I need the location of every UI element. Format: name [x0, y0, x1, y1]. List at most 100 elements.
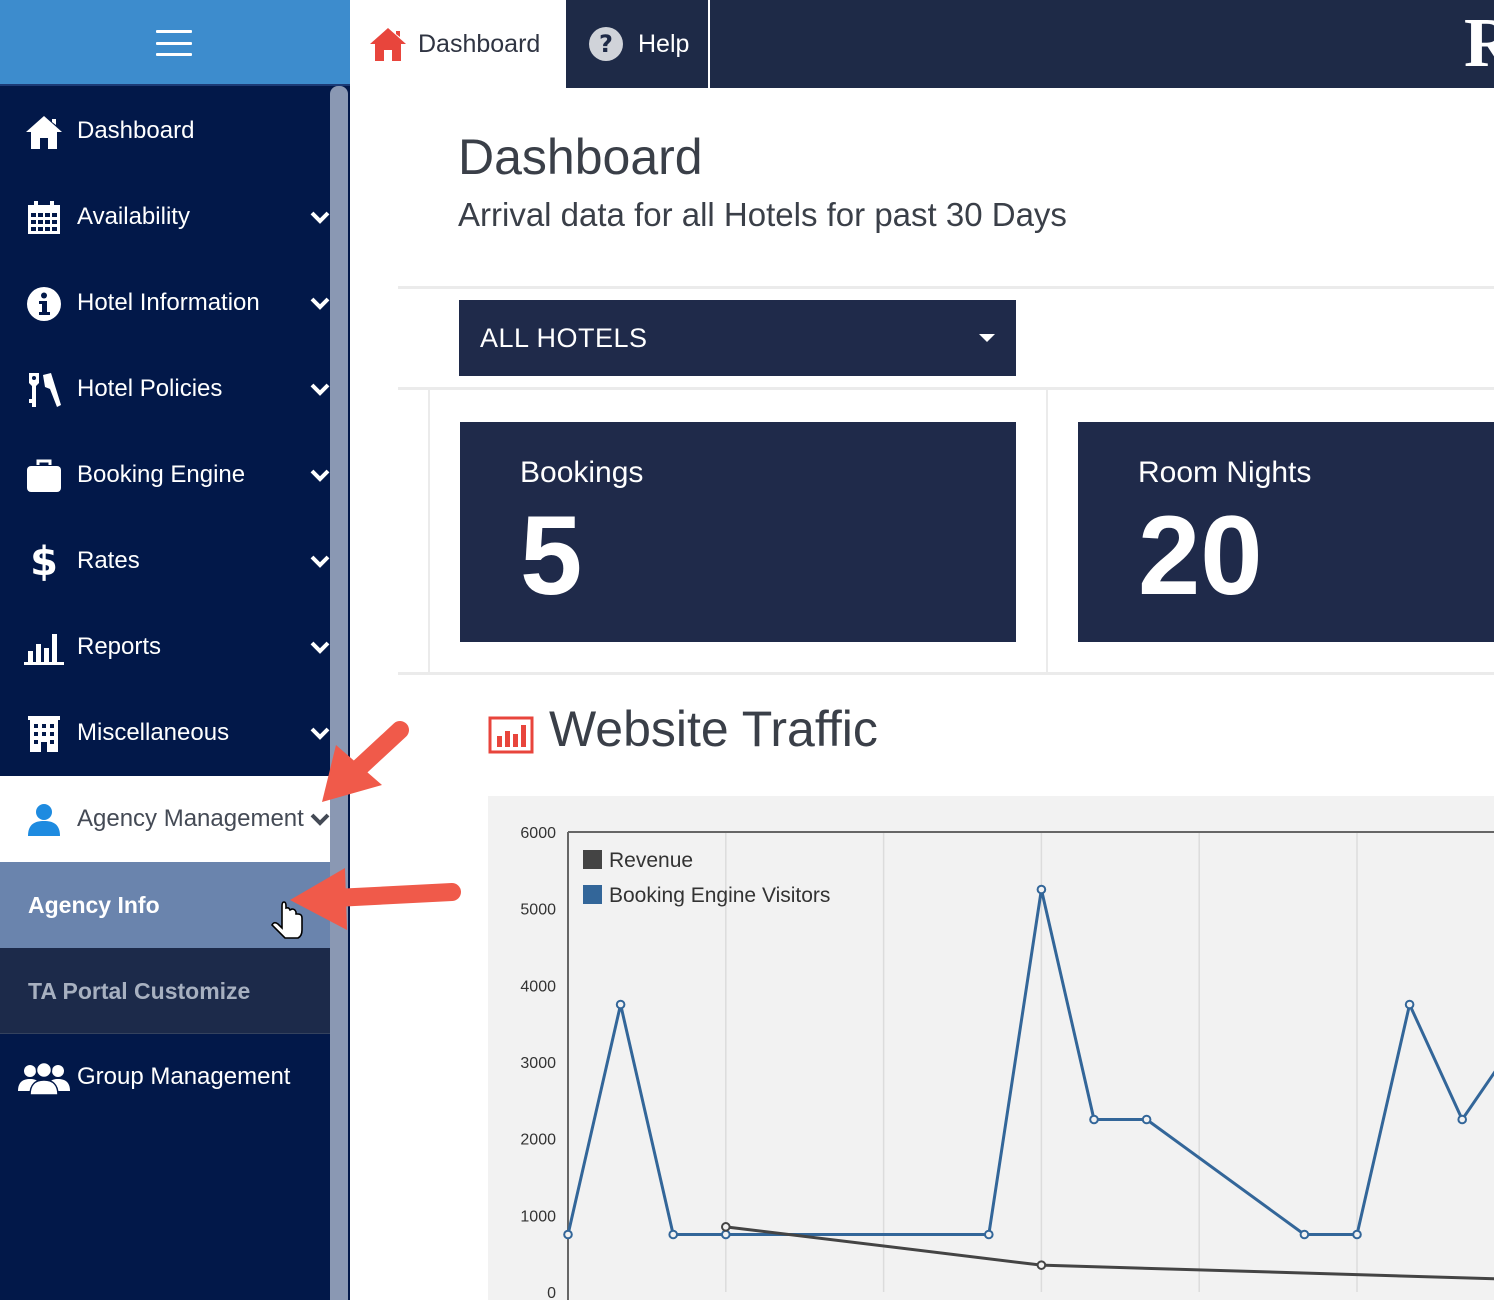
- data-point: [984, 1229, 994, 1240]
- y-tick-label: 1000: [520, 1208, 556, 1225]
- sidebar-item-label: Hotel Information: [77, 289, 260, 316]
- sidebar-item-label: Miscellaneous: [77, 719, 230, 746]
- building-icon: [24, 716, 64, 752]
- sidebar-item-rates[interactable]: $ Rates: [0, 518, 330, 604]
- svg-text:?: ?: [599, 30, 613, 58]
- data-point: [1404, 999, 1415, 1010]
- data-point: [1036, 884, 1047, 895]
- data-point: [1352, 1229, 1362, 1240]
- chevron-down-icon: [310, 211, 330, 224]
- sidebar-item-reports[interactable]: Reports: [0, 604, 330, 690]
- submenu-item-agency-info[interactable]: Agency Info: [0, 862, 348, 948]
- series-line: [566, 888, 1494, 1236]
- hamburger-menu-icon[interactable]: [156, 30, 192, 56]
- sidebar-item-label: Hotel Policies: [77, 375, 223, 402]
- y-tick-label: 4000: [520, 978, 556, 995]
- group-icon: [18, 1060, 70, 1096]
- divider: [398, 286, 1494, 289]
- divider: [398, 387, 1494, 390]
- sidebar-item-group-management[interactable]: Group Management: [0, 1034, 330, 1120]
- data-point: [668, 1229, 678, 1240]
- info-icon: [24, 286, 64, 322]
- hotel-select-dropdown[interactable]: ALL HOTELS: [459, 300, 1016, 376]
- sidebar-item-availability[interactable]: Availability: [0, 174, 330, 260]
- sidebar-header: [0, 0, 350, 86]
- chevron-down-icon: [310, 469, 330, 482]
- caret-down-icon: [979, 334, 995, 342]
- legend-swatch: [583, 850, 602, 869]
- sidebar-item-label: Dashboard: [77, 117, 195, 144]
- website-traffic-chart: 6000 5000 4000 3000 2000 1000 0 Revenue Booking …: [488, 796, 1494, 1300]
- page-subtitle: Arrival data for all Hotels for past 30 …: [458, 196, 1067, 233]
- user-icon: [24, 802, 64, 838]
- chevron-down-icon: [310, 813, 330, 826]
- sidebar-item-miscellaneous[interactable]: Miscellaneous: [0, 690, 330, 776]
- traffic-line-chart: 6000 5000 4000 3000 2000 1000 0 Revenue Booking …: [520, 825, 1494, 1300]
- page-title: Dashboard: [458, 129, 703, 185]
- sidebar-item-hotel-policies[interactable]: Hotel Policies: [0, 346, 330, 432]
- data-point: [615, 999, 626, 1010]
- dollar-icon: $: [30, 539, 58, 585]
- chevron-down-icon: [310, 297, 330, 310]
- home-icon: [24, 114, 64, 150]
- legend-label: Booking Engine Visitors: [609, 884, 830, 907]
- briefcase-icon: [24, 458, 64, 494]
- divider: [1046, 390, 1048, 672]
- sidebar: Dashboard Availability Hotel Information…: [0, 0, 350, 1300]
- chevron-down-icon: [310, 641, 330, 654]
- brand-logo[interactable]: R: [1464, 8, 1494, 80]
- sidebar-item-label: Availability: [77, 203, 190, 230]
- sidebar-item-hotel-information[interactable]: Hotel Information: [0, 260, 330, 346]
- y-tick-label: 3000: [520, 1055, 556, 1072]
- calendar-icon: [24, 200, 64, 236]
- sidebar-item-dashboard[interactable]: Dashboard: [0, 88, 330, 174]
- chevron-down-icon: [310, 555, 330, 568]
- sidebar-item-agency-management[interactable]: Agency Management: [0, 776, 348, 862]
- submenu-item-label: Agency Info: [28, 892, 160, 918]
- website-traffic-title: Website Traffic: [549, 701, 878, 757]
- bar-chart-icon: [488, 716, 534, 754]
- data-point: [1141, 1114, 1152, 1125]
- y-tick-label: 0: [547, 1285, 556, 1300]
- stat-card-bookings: Bookings 5: [460, 422, 1016, 642]
- divider: [398, 672, 1494, 675]
- help-icon: ?: [586, 24, 626, 64]
- data-point: [1299, 1229, 1310, 1240]
- data-point: [563, 1229, 573, 1240]
- sidebar-item-label: Agency Management: [77, 805, 304, 832]
- series-line: [725, 1225, 1494, 1281]
- submenu-item-ta-portal-customize[interactable]: TA Portal Customize: [0, 948, 348, 1034]
- chevron-down-icon: [310, 727, 330, 740]
- y-tick-label: 2000: [520, 1132, 556, 1149]
- data-point: [1457, 1114, 1468, 1125]
- stat-card-room-nights: Room Nights 20: [1078, 422, 1494, 642]
- sidebar-item-label: Reports: [77, 633, 162, 660]
- sidebar-item-label: Group Management: [77, 1063, 291, 1090]
- y-tick-label: 6000: [520, 825, 556, 842]
- sidebar-item-label: Rates: [77, 547, 140, 574]
- data-point: [721, 1222, 731, 1232]
- stat-value: 20: [1138, 493, 1263, 618]
- tab-label: Help: [638, 29, 690, 58]
- y-tick-label: 5000: [520, 902, 556, 919]
- stat-label: Room Nights: [1138, 456, 1312, 489]
- tab-help[interactable]: ? Help: [566, 0, 710, 88]
- home-icon: [368, 24, 408, 64]
- data-point: [1089, 1114, 1099, 1125]
- stat-label: Bookings: [520, 456, 644, 489]
- keys-icon: [24, 372, 64, 408]
- sidebar-item-label: Booking Engine: [77, 461, 246, 488]
- legend-swatch: [583, 885, 602, 904]
- bar-chart-icon: [24, 630, 64, 666]
- submenu-item-label: TA Portal Customize: [28, 978, 251, 1004]
- hotel-select-value: ALL HOTELS: [480, 323, 648, 353]
- legend-label: Revenue: [609, 849, 693, 872]
- tab-label: Dashboard: [418, 29, 541, 58]
- sidebar-item-booking-engine[interactable]: Booking Engine: [0, 432, 330, 518]
- tab-dashboard[interactable]: Dashboard: [350, 0, 566, 88]
- sidebar-scrollbar[interactable]: [330, 86, 348, 1300]
- divider: [428, 390, 430, 672]
- data-point: [1036, 1260, 1047, 1270]
- data-point: [721, 1229, 731, 1240]
- stat-value: 5: [520, 493, 583, 618]
